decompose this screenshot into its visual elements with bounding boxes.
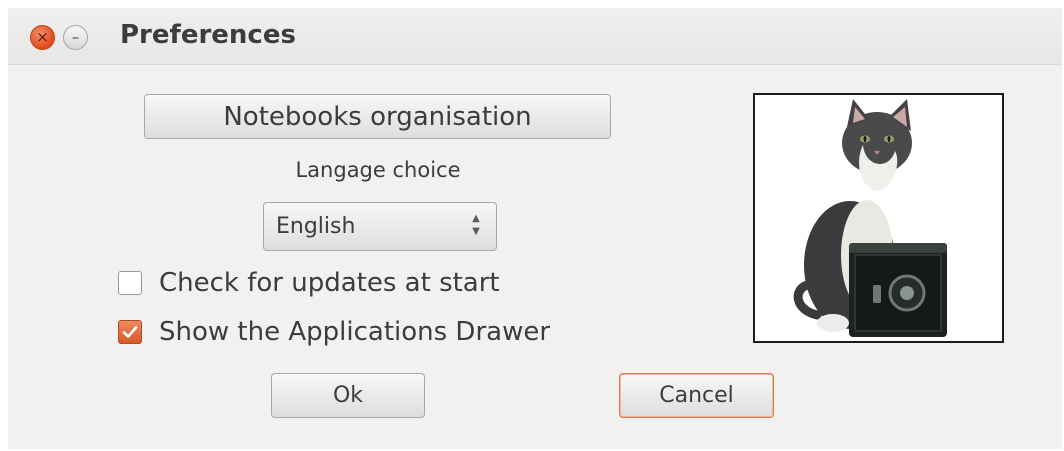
show-drawer-row[interactable]: Show the Applications Drawer xyxy=(118,315,550,349)
cancel-button[interactable]: Cancel xyxy=(619,373,774,418)
minimize-icon: – xyxy=(71,28,80,46)
show-drawer-label: Show the Applications Drawer xyxy=(159,317,551,347)
check-updates-row[interactable]: Check for updates at start xyxy=(118,266,500,300)
preferences-window: × – Preferences Notebooks organisation L… xyxy=(8,8,1062,449)
cat-on-safe-illustration xyxy=(793,99,947,337)
ok-button[interactable]: Ok xyxy=(271,373,425,418)
title-bar[interactable]: × – Preferences xyxy=(8,8,1062,65)
notebooks-organisation-button[interactable]: Notebooks organisation xyxy=(144,94,611,139)
language-select[interactable]: English ▲ ▼ xyxy=(263,202,497,251)
cat-on-safe-picture xyxy=(753,93,1004,343)
show-drawer-checkbox[interactable] xyxy=(118,320,142,344)
close-button[interactable]: × xyxy=(30,25,55,50)
check-updates-label: Check for updates at start xyxy=(159,268,500,298)
check-updates-checkbox[interactable] xyxy=(118,271,142,295)
checkmark-icon xyxy=(122,326,138,338)
language-choice-label: Langage choice xyxy=(295,158,461,182)
window-title: Preferences xyxy=(120,20,296,50)
language-select-value: English xyxy=(276,214,356,239)
up-down-arrows-icon: ▲ ▼ xyxy=(472,213,480,237)
minimize-button[interactable]: – xyxy=(63,25,88,50)
close-icon: × xyxy=(36,28,49,46)
